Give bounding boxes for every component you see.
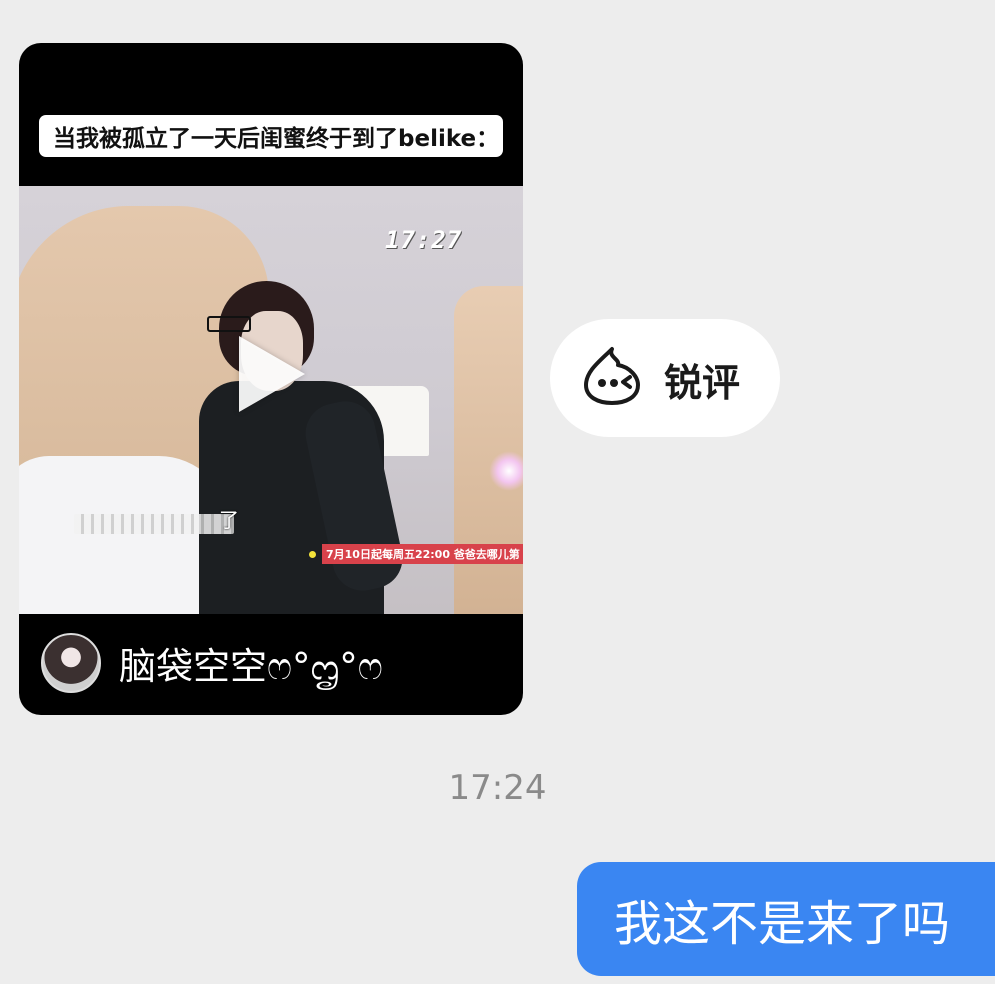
video-caption-text: 当我被孤立了一天后闺蜜终于到了belike： bbox=[53, 126, 500, 152]
video-thumbnail[interactable]: 17:27 了 7月10日起每周五22:00 爸爸去哪儿第 bbox=[19, 186, 523, 614]
video-clock-overlay: 17:27 bbox=[385, 226, 463, 254]
drop-face-icon bbox=[584, 347, 640, 405]
reaction-button[interactable]: 锐评 bbox=[550, 319, 780, 437]
promo-dot bbox=[309, 550, 316, 558]
message-timestamp: 17:24 bbox=[448, 768, 547, 808]
play-icon[interactable] bbox=[239, 336, 305, 412]
scene-headboard-right bbox=[454, 286, 523, 614]
video-author[interactable]: 脑袋空空ෆ°ᦗ°ෆ bbox=[41, 633, 383, 693]
blurred-subtitle bbox=[74, 514, 234, 534]
shared-video-card[interactable]: 当我被孤立了一天后闺蜜终于到了belike： 17:27 了 7月10日起每周五… bbox=[19, 43, 523, 715]
sent-message-bubble[interactable]: 我这不是来了吗 bbox=[577, 862, 995, 976]
author-avatar[interactable] bbox=[41, 633, 101, 693]
reaction-label: 锐评 bbox=[664, 361, 741, 405]
video-caption-banner: 当我被孤立了一天后闺蜜终于到了belike： bbox=[39, 115, 503, 157]
subtitle-tail: 了 bbox=[219, 508, 239, 532]
scene-pillow bbox=[19, 456, 229, 614]
promo-text: 7月10日起每周五22:00 爸爸去哪儿第 bbox=[322, 544, 523, 564]
scene-sparkle bbox=[489, 451, 523, 491]
scene-glasses bbox=[207, 316, 251, 332]
promo-banner: 7月10日起每周五22:00 爸爸去哪儿第 bbox=[309, 544, 523, 564]
author-name: 脑袋空空ෆ°ᦗ°ෆ bbox=[119, 644, 383, 688]
sent-message-text: 我这不是来了吗 bbox=[614, 896, 951, 952]
